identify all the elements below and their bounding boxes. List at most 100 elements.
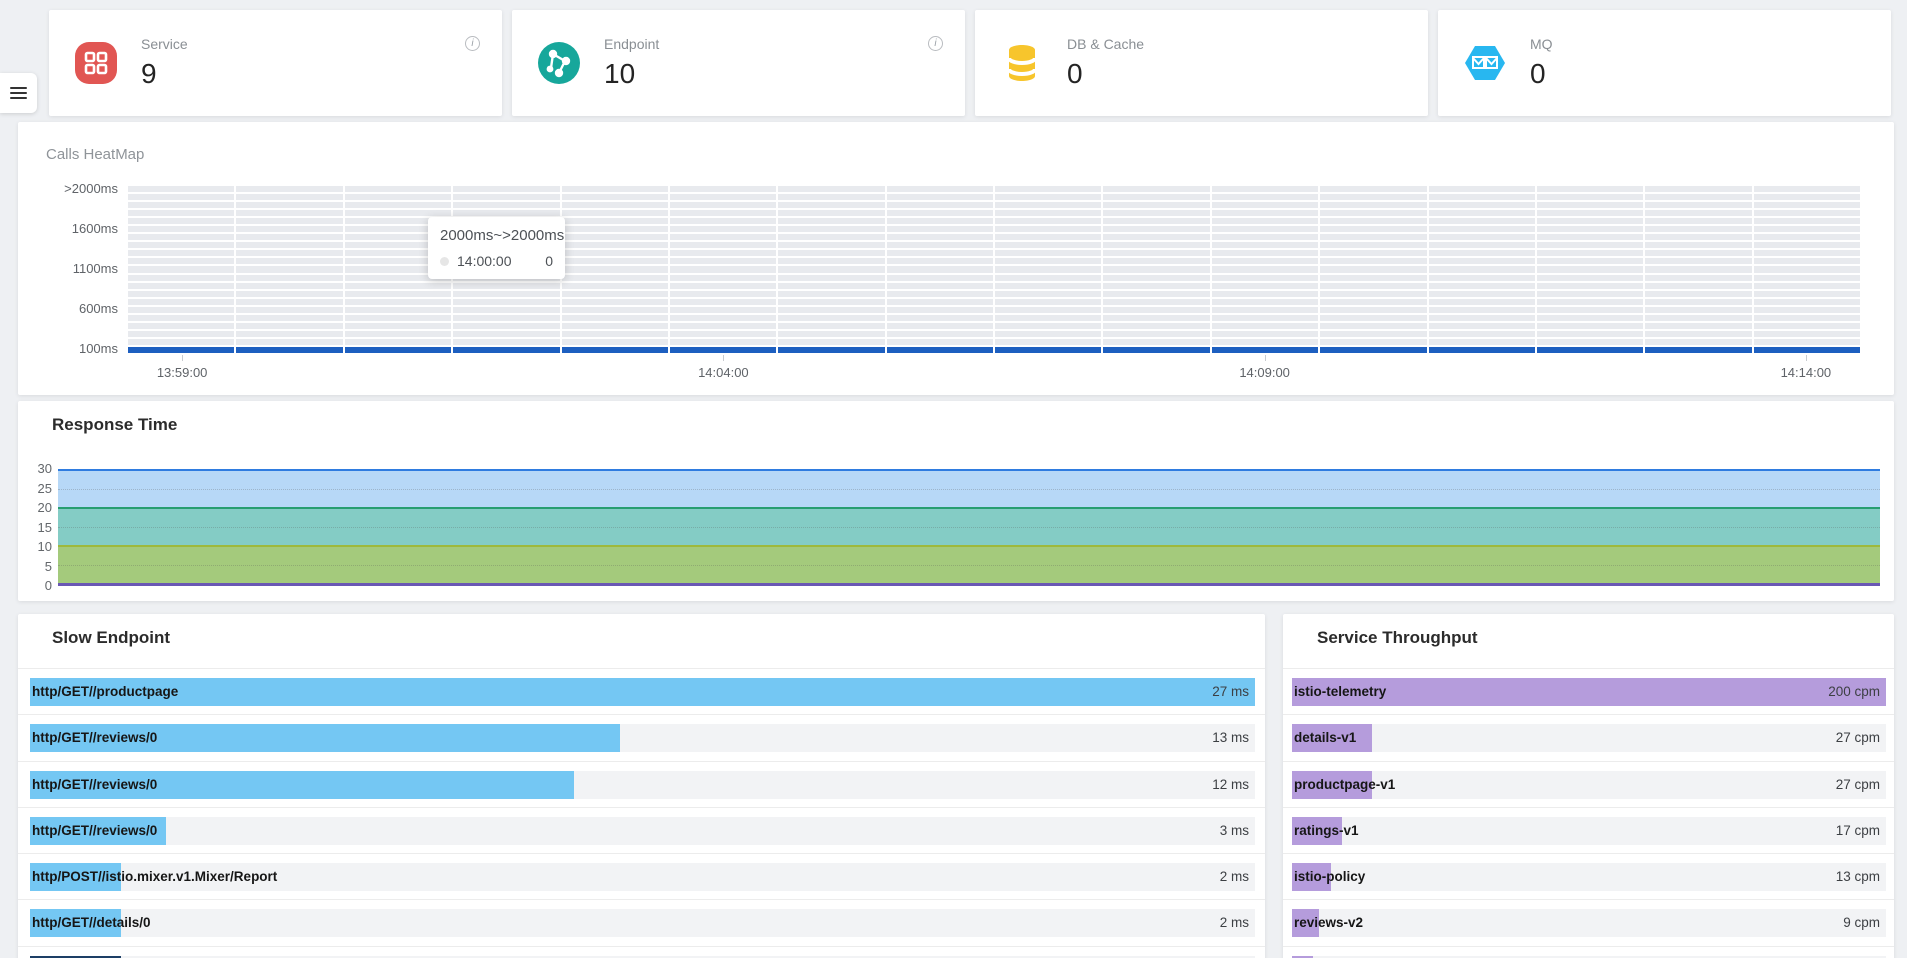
heatmap-cell — [236, 291, 342, 297]
heatmap-cell — [1645, 331, 1751, 337]
bar-label: http/GET//productpage — [32, 678, 178, 706]
heatmap-cell — [1754, 307, 1860, 313]
heatmap-cell — [562, 283, 668, 289]
heatmap-cell — [1645, 275, 1751, 281]
heatmap-cell — [562, 291, 668, 297]
heatmap-cell — [995, 339, 1101, 345]
heatmap-cell — [1320, 323, 1426, 329]
heatmap-cell — [1645, 242, 1751, 248]
bar-row[interactable]: istio-telemetry200 cpm — [1283, 669, 1894, 715]
card-value: 10 — [604, 58, 635, 90]
heatmap-cell — [1103, 283, 1209, 289]
heatmap-cell — [995, 331, 1101, 337]
heatmap-cell — [128, 347, 234, 353]
heatmap-cell — [1429, 291, 1535, 297]
heatmap-cell — [778, 339, 884, 345]
heatmap-cell — [562, 258, 668, 264]
heatmap-cell — [453, 291, 559, 297]
heatmap-cell — [1429, 242, 1535, 248]
bar-row[interactable]: http/GET//reviews/03 ms — [18, 808, 1265, 854]
heatmap-cell — [562, 339, 668, 345]
bar-row[interactable]: productpage-v127 cpm — [1283, 762, 1894, 808]
heatmap-cell — [670, 275, 776, 281]
bar-track — [1292, 724, 1886, 752]
bar-row[interactable]: details-v127 cpm — [1283, 715, 1894, 761]
heatmap-y-tick-label: 100ms — [28, 341, 118, 357]
heatmap-grid[interactable] — [128, 186, 1860, 353]
heatmap-cell — [128, 339, 234, 345]
response-time-title: Response Time — [52, 415, 177, 435]
heatmap-cell — [1537, 307, 1643, 313]
card-value: 0 — [1530, 58, 1546, 90]
bar-track — [30, 678, 1255, 706]
heatmap-cell — [345, 299, 451, 305]
heatmap-cell — [1212, 315, 1318, 321]
bar-row[interactable]: http/GET//reviews/013 ms — [18, 715, 1265, 761]
bar-value: 9 cpm — [1843, 909, 1880, 937]
heatmap-cell — [1103, 250, 1209, 256]
heatmap-cell — [1537, 299, 1643, 305]
heatmap-cell — [453, 299, 559, 305]
heatmap-cell — [1645, 307, 1751, 313]
heatmap-cell — [1645, 210, 1751, 216]
heatmap-cell — [1429, 226, 1535, 232]
bar-row[interactable]: http/GET//reviews/0 12 ms — [18, 762, 1265, 808]
bar-value: 27 cpm — [1836, 771, 1880, 799]
bar-row[interactable]: reviews-v29 cpm — [1283, 900, 1894, 946]
heatmap-cell — [453, 315, 559, 321]
heatmap-cell — [1429, 250, 1535, 256]
response-time-y-tick-label: 5 — [22, 560, 52, 574]
heatmap-cell — [1103, 315, 1209, 321]
tooltip-value: 0 — [545, 253, 553, 269]
database-icon — [999, 40, 1045, 86]
heatmap-cell — [128, 331, 234, 337]
heatmap-cell — [778, 266, 884, 272]
bar-row[interactable]: ratings-v117 cpm — [1283, 808, 1894, 854]
heatmap-cell — [1103, 339, 1209, 345]
hamburger-menu-icon — [10, 84, 27, 102]
bar-row-partial — [1283, 947, 1894, 958]
heatmap-cell — [236, 218, 342, 224]
heatmap-cell — [345, 202, 451, 208]
heatmap-cell — [1429, 234, 1535, 240]
heatmap-cell — [670, 331, 776, 337]
heatmap-cell — [1645, 315, 1751, 321]
response-time-chart[interactable] — [58, 469, 1880, 586]
bar-value: 12 ms — [1212, 771, 1249, 799]
heatmap-cell — [670, 242, 776, 248]
bar-track — [30, 909, 1255, 937]
heatmap-cell — [1103, 347, 1209, 353]
heatmap-cell — [236, 250, 342, 256]
heatmap-cell — [345, 323, 451, 329]
bar-label: http/GET//reviews/0 — [32, 771, 157, 799]
heatmap-cell — [1645, 186, 1751, 192]
heatmap-cell — [1212, 323, 1318, 329]
heatmap-cell — [887, 275, 993, 281]
heatmap-cell — [1429, 347, 1535, 353]
heatmap-cell — [562, 266, 668, 272]
heatmap-cell — [562, 275, 668, 281]
heatmap-cell — [995, 347, 1101, 353]
heatmap-cell — [1645, 218, 1751, 224]
info-icon[interactable]: i — [928, 36, 943, 51]
heatmap-cell — [1537, 291, 1643, 297]
heatmap-cell — [236, 266, 342, 272]
response-time-band — [58, 507, 1880, 545]
heatmap-cell — [887, 347, 993, 353]
bar-row[interactable]: istio-policy13 cpm — [1283, 854, 1894, 900]
card-service: Service 9 i — [49, 10, 502, 116]
bar-row[interactable]: http/GET//productpage27 ms — [18, 669, 1265, 715]
info-icon[interactable]: i — [465, 36, 480, 51]
heatmap-cell — [778, 242, 884, 248]
bar-label: http/GET//reviews/0 — [32, 724, 157, 752]
heatmap-cell — [1212, 275, 1318, 281]
bar-row[interactable]: http/GET//details/02 ms — [18, 900, 1265, 946]
heatmap-cell — [562, 226, 668, 232]
bar-row[interactable]: http/POST//istio.mixer.v1.Mixer/Report2 … — [18, 854, 1265, 900]
heatmap-cell — [995, 242, 1101, 248]
heatmap-cell — [1320, 250, 1426, 256]
heatmap-cell — [1320, 266, 1426, 272]
sidebar-toggle-button[interactable] — [0, 73, 37, 113]
heatmap-cell — [345, 210, 451, 216]
heatmap-cell — [1537, 339, 1643, 345]
